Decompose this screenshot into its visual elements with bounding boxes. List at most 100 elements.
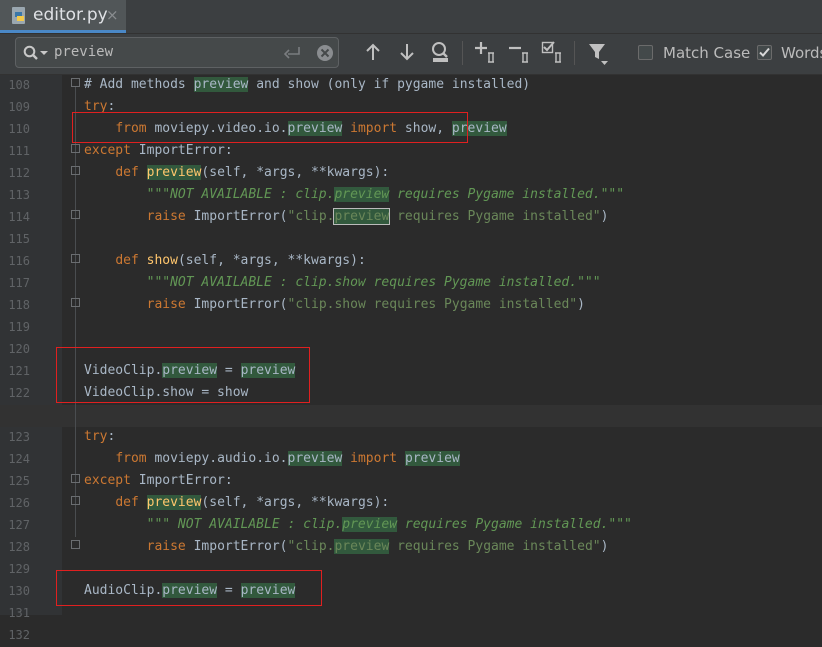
- fold-marker-icon[interactable]: [71, 540, 80, 549]
- code-token: requires Pygame installed.""": [397, 517, 632, 532]
- previous-occurrence-icon[interactable]: [364, 42, 382, 62]
- words-checkbox[interactable]: [757, 45, 772, 60]
- clear-search-icon[interactable]: [316, 44, 334, 62]
- match-case-label[interactable]: Match Case: [663, 44, 750, 62]
- code-token: show: [146, 253, 178, 268]
- code-line[interactable]: 111 except ImportError:: [0, 141, 822, 163]
- code-line[interactable]: 131: [0, 603, 822, 625]
- fold-marker-icon[interactable]: [71, 496, 80, 505]
- tab-title: editor.py: [33, 5, 108, 25]
- code-line[interactable]: 117 """NOT AVAILABLE : clip.show require…: [0, 273, 822, 295]
- line-number: 128: [8, 540, 30, 554]
- checkmark-icon: [759, 47, 770, 57]
- fold-marker-icon[interactable]: [71, 474, 80, 483]
- code-line[interactable]: 116 def show(self, *args, **kwargs):: [0, 251, 822, 273]
- code-line[interactable]: 112 def preview(self, *args, **kwargs):: [0, 163, 822, 185]
- line-number: 110: [8, 122, 30, 136]
- line-number: 108: [8, 78, 30, 92]
- code-line[interactable]: 126 def preview(self, *args, **kwargs):: [0, 493, 822, 515]
- code-line[interactable]: 125 except ImportError:: [0, 471, 822, 493]
- words-label[interactable]: Words: [781, 44, 822, 62]
- code-token: ): [600, 209, 609, 224]
- code-line[interactable]: 119: [0, 317, 822, 339]
- code-token: raise: [146, 539, 186, 554]
- code-text: # Add methods preview and show (only if …: [84, 77, 530, 92]
- line-number: 131: [8, 606, 30, 620]
- code-line[interactable]: 118 raise ImportError("clip.show require…: [0, 295, 822, 317]
- code-token: ImportError:: [130, 473, 233, 488]
- next-occurrence-icon[interactable]: [398, 42, 416, 62]
- code-line[interactable]: 113 """NOT AVAILABLE : clip.preview requ…: [0, 185, 822, 207]
- match-case-checkbox[interactable]: [638, 45, 653, 60]
- code-token: def: [115, 165, 139, 180]
- code-line[interactable]: 128 raise ImportError("clip.preview requ…: [0, 537, 822, 559]
- code-text: raise ImportError("clip.show requires Py…: [84, 297, 585, 312]
- code-text: except ImportError:: [84, 473, 233, 488]
- code-token: requires Pygame installed": [389, 539, 601, 554]
- fold-marker-icon[interactable]: [71, 144, 80, 153]
- fold-guide: [75, 87, 76, 537]
- search-icon[interactable]: [23, 45, 49, 61]
- fold-marker-icon[interactable]: [71, 254, 80, 263]
- code-token: raise: [146, 297, 186, 312]
- code-text: """ NOT AVAILABLE : clip.preview require…: [84, 517, 632, 532]
- tab-editor-py[interactable]: editor.py ×: [0, 0, 126, 33]
- code-line[interactable]: 124 from moviepy.audio.io.preview import…: [0, 449, 822, 471]
- code-token: raise: [146, 209, 186, 224]
- code-token: (self, *args, **kwargs):: [201, 495, 390, 510]
- fold-marker-icon[interactable]: [71, 78, 80, 87]
- code-token: def: [115, 253, 139, 268]
- code-token: try: [84, 429, 108, 444]
- line-number: 118: [8, 298, 30, 312]
- search-match: preview: [334, 539, 390, 554]
- code-token: ): [577, 297, 585, 312]
- code-token: moviepy.audio.io.: [146, 451, 288, 466]
- code-line[interactable]: 127 """ NOT AVAILABLE : clip.preview req…: [0, 515, 822, 537]
- code-line[interactable]: 108 # Add methods preview and show (only …: [0, 75, 822, 97]
- line-number: 117: [8, 276, 30, 290]
- code-token: (self, *args, **kwargs):: [177, 253, 366, 268]
- line-number: 115: [8, 232, 30, 246]
- close-icon[interactable]: ×: [106, 6, 119, 24]
- annotation-box: [56, 347, 310, 403]
- code-line[interactable]: 114 raise ImportError("clip.preview requ…: [0, 207, 822, 229]
- line-number: 126: [8, 496, 30, 510]
- search-input[interactable]: preview: [15, 37, 339, 68]
- find-all-icon[interactable]: [430, 41, 452, 63]
- code-token: requires Pygame installed": [389, 209, 601, 224]
- code-line[interactable]: [0, 405, 822, 427]
- annotation-box: [72, 112, 468, 143]
- fold-marker-icon[interactable]: [71, 166, 80, 175]
- search-match: preview: [287, 451, 343, 466]
- code-text: try:: [84, 429, 115, 444]
- code-token: ImportError:: [130, 143, 233, 158]
- select-all-occurrences-icon[interactable]: [541, 40, 565, 64]
- toolbar-separator: [462, 41, 463, 65]
- search-match: preview: [404, 451, 460, 466]
- fold-marker-icon[interactable]: [71, 210, 80, 219]
- code-editor[interactable]: 108 # Add methods preview and show (only …: [0, 75, 822, 642]
- add-occurrence-icon[interactable]: [474, 40, 498, 64]
- search-match: preview: [193, 77, 249, 92]
- code-line[interactable]: 115: [0, 229, 822, 251]
- filter-icon[interactable]: [588, 42, 612, 66]
- line-number: 121: [8, 364, 30, 378]
- code-token: ): [600, 539, 609, 554]
- code-line[interactable]: 123 try:: [0, 427, 822, 449]
- remove-occurrence-icon[interactable]: [508, 40, 532, 64]
- search-match: preview: [146, 165, 202, 180]
- line-number: 113: [8, 188, 30, 202]
- code-text: """NOT AVAILABLE : clip.show requires Py…: [84, 275, 601, 290]
- fold-marker-icon[interactable]: [71, 298, 80, 307]
- code-line[interactable]: 132: [0, 625, 822, 647]
- code-token: def: [115, 495, 139, 510]
- line-number: 124: [8, 452, 30, 466]
- line-number: 112: [8, 166, 30, 180]
